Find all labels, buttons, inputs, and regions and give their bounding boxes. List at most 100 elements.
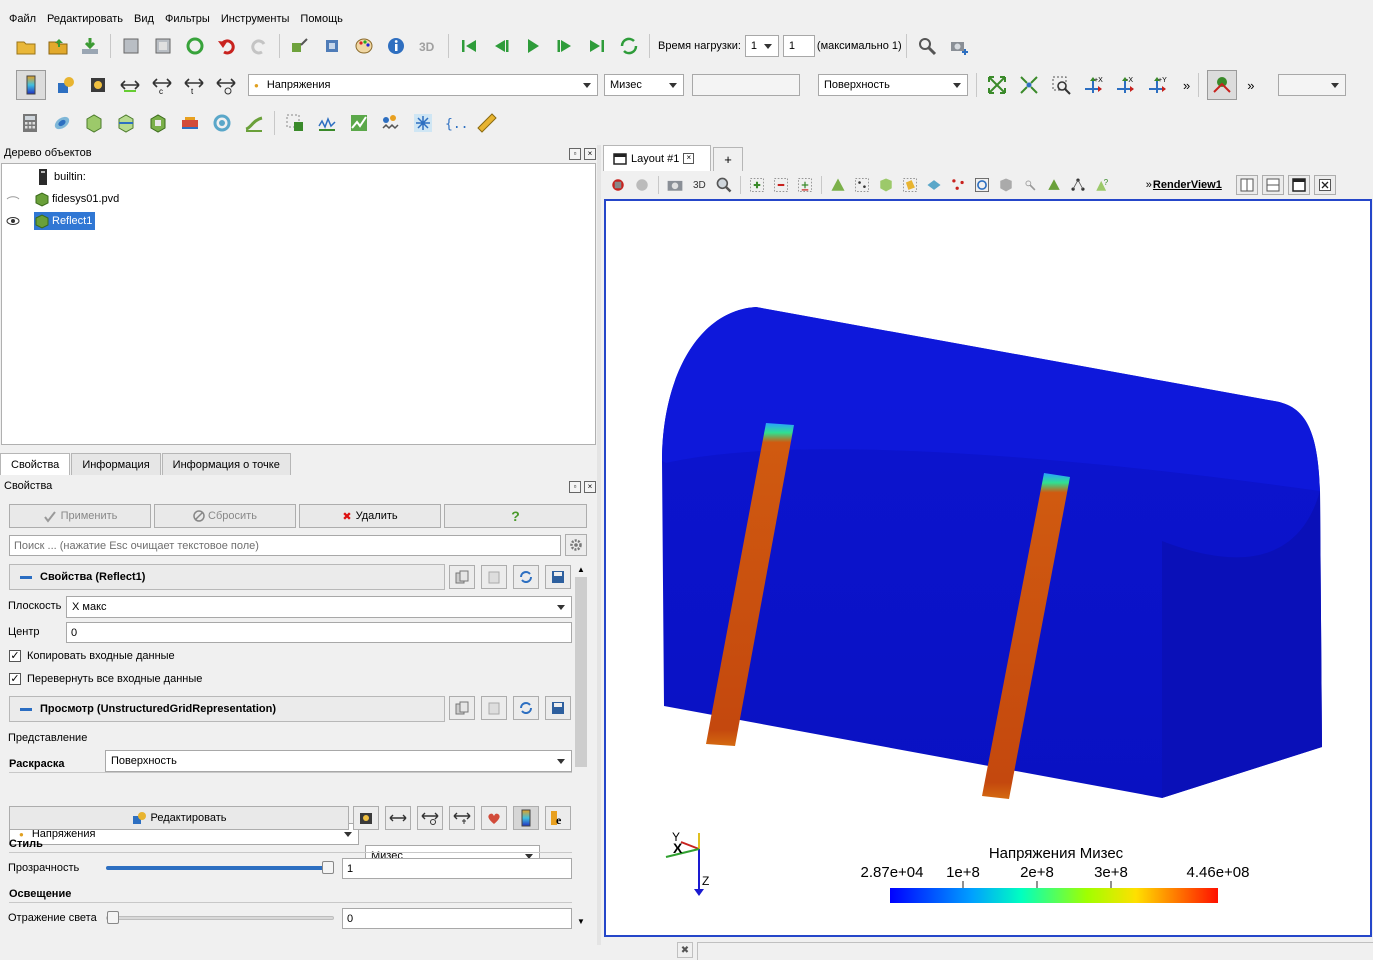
python-filter-icon[interactable]: {..} [443, 111, 467, 135]
extract-subset-icon[interactable] [178, 111, 202, 135]
menu-tools[interactable]: Инструменты [221, 13, 290, 25]
hover-points-icon[interactable] [973, 176, 991, 194]
capture-disabled-icon[interactable] [633, 176, 651, 194]
paste-display-button[interactable] [481, 696, 507, 720]
disconnect-icon[interactable] [320, 34, 344, 58]
help-button[interactable]: ? [444, 504, 587, 528]
plane-combo[interactable]: X макс [66, 596, 572, 618]
selection-help-icon[interactable]: ? [1093, 176, 1111, 194]
copy-display-button[interactable] [449, 696, 475, 720]
save-display-button[interactable] [545, 696, 571, 720]
rescale-custom-range-icon[interactable]: c [150, 73, 174, 97]
section-properties-reflect[interactable]: Свойства (Reflect1) [9, 564, 445, 590]
property-search-input[interactable]: Поиск ... (нажатие Esc очищает текстовое… [9, 535, 561, 556]
select-frustum-icon[interactable] [877, 176, 895, 194]
tab-point-information[interactable]: Информация о точке [161, 453, 291, 475]
extract-selection-icon[interactable] [1045, 176, 1063, 194]
eye-closed-icon[interactable] [6, 194, 20, 204]
save-data-icon[interactable] [78, 34, 102, 58]
specular-input[interactable]: 0 [342, 908, 572, 929]
redo-icon[interactable] [247, 34, 271, 58]
opacity-slider[interactable] [106, 866, 334, 870]
select-points-icon[interactable] [853, 176, 871, 194]
scrollbar-thumb[interactable] [575, 577, 587, 767]
3d-toggle[interactable]: 3D [693, 180, 706, 191]
zoom-box-icon[interactable] [715, 176, 733, 194]
scroll-down-icon[interactable]: ▼ [577, 917, 585, 926]
undo-icon[interactable] [215, 34, 239, 58]
color-palette-icon[interactable] [352, 34, 376, 58]
ruler-icon[interactable] [475, 111, 499, 135]
slice-icon[interactable] [114, 111, 138, 135]
plot-over-line-icon[interactable] [315, 111, 339, 135]
edit-colormap-button[interactable]: Редактировать [9, 806, 349, 830]
maximize-button[interactable] [1287, 175, 1310, 195]
close-layout-icon[interactable]: × [683, 153, 695, 164]
color-component-combo[interactable]: Мизес [604, 74, 684, 96]
view-plus-y-icon[interactable]: +Y [1145, 73, 1169, 97]
split-vertical-button[interactable] [1261, 175, 1284, 195]
section-display[interactable]: Просмотр (UnstructuredGridRepresentation… [9, 696, 445, 722]
edit-selection-icon[interactable] [1021, 176, 1039, 194]
contour-icon[interactable] [50, 111, 74, 135]
float-icon[interactable]: ▫ [569, 481, 581, 493]
rescale-custom-range-button[interactable] [417, 806, 443, 830]
snowflake-icon[interactable] [411, 111, 435, 135]
camera-combo[interactable] [1278, 74, 1347, 96]
opacity-slider-handle[interactable] [322, 861, 334, 874]
loop-icon[interactable] [617, 34, 641, 58]
stream-tracer-icon[interactable] [242, 111, 266, 135]
interactive-select-icon[interactable] [949, 176, 967, 194]
play-icon[interactable] [521, 34, 545, 58]
view-plus-x-icon[interactable]: +X [1081, 73, 1105, 97]
previous-frame-icon[interactable] [489, 34, 513, 58]
menu-filters[interactable]: Фильтры [165, 13, 210, 25]
close-icon[interactable]: × [584, 481, 596, 493]
view-toolbar-overflow[interactable]: » [1146, 179, 1152, 191]
first-frame-icon[interactable] [457, 34, 481, 58]
connect-icon[interactable] [288, 34, 312, 58]
close-view-button[interactable] [1313, 175, 1336, 195]
rescale-data-range-icon[interactable] [118, 73, 142, 97]
reset-button[interactable]: Сбросить [154, 504, 296, 528]
splitter[interactable] [597, 145, 601, 945]
render-canvas[interactable]: Y X Z Напряжения Мизес 2.87e+04 1e+8 2e+… [606, 201, 1370, 935]
advanced-settings-button[interactable] [565, 534, 587, 556]
delete-button[interactable]: ✖ Удалить [299, 504, 441, 528]
scroll-up-icon[interactable]: ▲ [577, 565, 585, 574]
info-icon[interactable] [384, 34, 408, 58]
copy-properties-button[interactable] [449, 565, 475, 589]
rescale-temporal-icon[interactable]: t [182, 73, 206, 97]
camera-icon[interactable] [666, 176, 684, 194]
menu-help[interactable]: Помощь [300, 13, 343, 25]
toolbar-overflow-button[interactable]: » [1183, 78, 1190, 93]
deselect-icon[interactable] [772, 176, 790, 194]
menu-file[interactable]: Файл [9, 13, 36, 25]
zoom-to-box-icon[interactable] [1049, 73, 1073, 97]
apply-button[interactable]: Применить [9, 504, 151, 528]
select-cells-icon[interactable] [829, 176, 847, 194]
toolbar-overflow-button-2[interactable]: » [1247, 78, 1254, 93]
save-properties-button[interactable] [545, 565, 571, 589]
rescale-custom-icon[interactable] [86, 73, 110, 97]
properties-scrollbar[interactable]: ▲ ▼ [575, 563, 587, 929]
layout-tab[interactable]: Layout #1 × [603, 145, 711, 171]
specular-slider-handle[interactable] [107, 911, 119, 924]
add-layout-button[interactable]: + [713, 147, 743, 171]
rescale-custom-button[interactable] [353, 806, 379, 830]
edit-legend-button[interactable]: e [545, 806, 571, 830]
menu-view[interactable]: Вид [134, 13, 154, 25]
open-file-icon[interactable] [14, 34, 38, 58]
pipeline-item-fidesys[interactable]: fidesys01.pvd [6, 189, 119, 209]
opacity-input[interactable]: 1 [342, 858, 572, 879]
select-cells-on-icon[interactable] [748, 176, 766, 194]
flip-all-checkbox-row[interactable]: ✓ Перевернуть все входные данные [9, 673, 202, 685]
warp-by-vector-icon[interactable] [283, 111, 307, 135]
hover-cells-icon[interactable] [997, 176, 1015, 194]
3d-icon[interactable]: 3D [416, 34, 440, 58]
split-horizontal-button[interactable] [1235, 175, 1258, 195]
toggle-legend-button[interactable] [513, 806, 539, 830]
tab-properties[interactable]: Свойства [0, 453, 71, 475]
flip-all-checkbox[interactable]: ✓ [9, 673, 21, 685]
view-minus-x-icon[interactable]: -X [1113, 73, 1137, 97]
